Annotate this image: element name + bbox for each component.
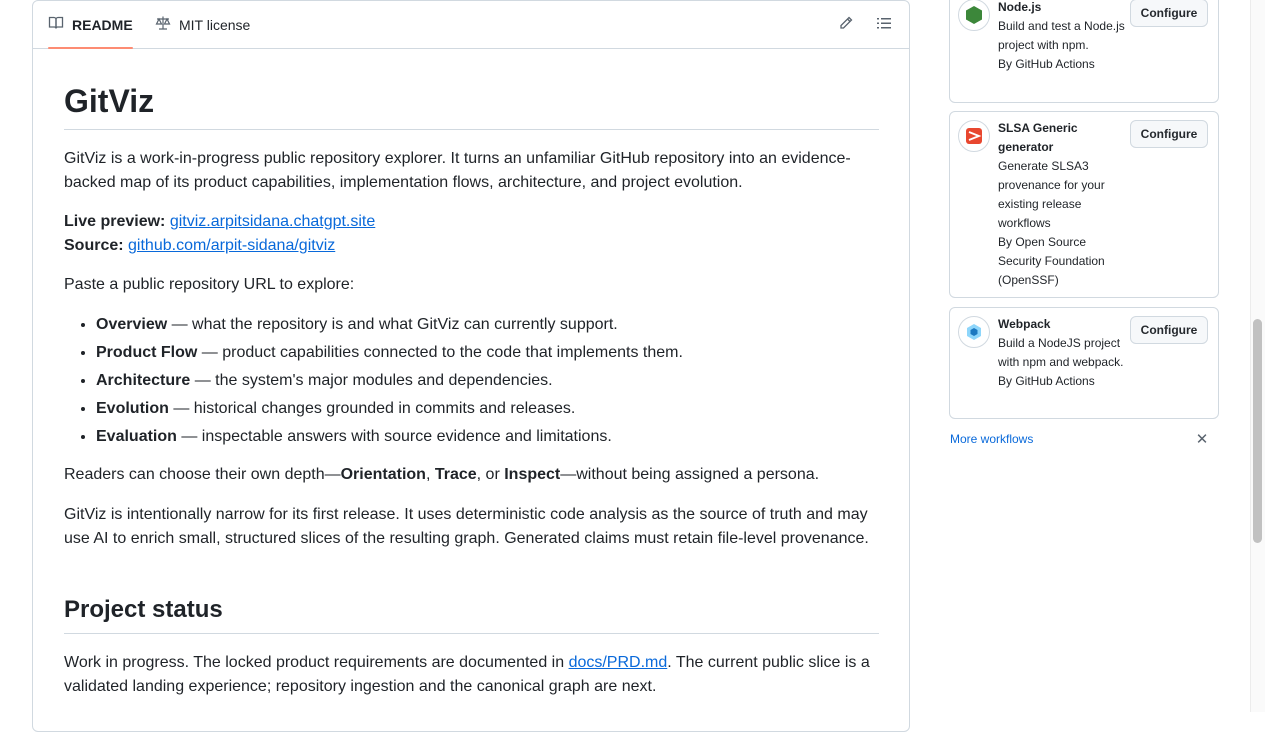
intro-paragraph: GitViz is a work-in-progress public repo… bbox=[64, 150, 851, 191]
workflow-desc: Generate SLSA3 provenance for your exist… bbox=[998, 159, 1105, 230]
book-icon bbox=[48, 15, 64, 34]
readme-title: GitViz bbox=[64, 81, 879, 130]
tab-license[interactable]: MIT license bbox=[155, 1, 250, 48]
status-text: Work in progress. The locked product req… bbox=[64, 654, 569, 671]
source-label: Source: bbox=[64, 237, 124, 254]
workflow-info: Webpack Build a NodeJS project with npm … bbox=[998, 315, 1128, 391]
workflow-card-slsa: SLSA Generic generator Generate SLSA3 pr… bbox=[949, 111, 1219, 298]
workflow-info: SLSA Generic generator Generate SLSA3 pr… bbox=[998, 119, 1128, 290]
feature-desc: — the system's major modules and depende… bbox=[190, 372, 553, 389]
depth-text: Readers can choose their own depth— bbox=[64, 466, 341, 483]
pencil-icon bbox=[838, 15, 854, 36]
project-status-heading: Project status bbox=[64, 595, 879, 634]
links-paragraph: Live preview: gitviz.arpitsidana.chatgpt… bbox=[64, 210, 879, 258]
workflow-desc: Build a NodeJS project with npm and webp… bbox=[998, 336, 1124, 369]
list-item: Product Flow — product capabilities conn… bbox=[96, 339, 879, 367]
readme-panel: README MIT license GitViz GitViz is a wo… bbox=[32, 0, 910, 732]
configure-button[interactable]: Configure bbox=[1130, 120, 1208, 148]
list-item: Overview — what the repository is and wh… bbox=[96, 311, 879, 339]
live-preview-link[interactable]: gitviz.arpitsidana.chatgpt.site bbox=[170, 213, 375, 230]
paste-paragraph: Paste a public repository URL to explore… bbox=[64, 276, 355, 293]
workflow-author: By Open Source Security Foundation (Open… bbox=[998, 235, 1105, 287]
workflow-card-webpack: Webpack Build a NodeJS project with npm … bbox=[949, 307, 1219, 419]
feature-name: Evolution bbox=[96, 400, 169, 417]
scale-icon bbox=[155, 15, 171, 34]
scrollbar-thumb[interactable] bbox=[1253, 319, 1262, 543]
feature-desc: — what the repository is and what GitViz… bbox=[167, 316, 618, 333]
depth-text: —without being assigned a persona. bbox=[560, 466, 820, 483]
depth-text: , bbox=[425, 466, 435, 483]
feature-desc: — historical changes grounded in commits… bbox=[168, 400, 576, 417]
workflow-info: Node.js Build and test a Node.js project… bbox=[998, 0, 1128, 74]
readme-tabs: README MIT license bbox=[33, 1, 909, 49]
prd-link[interactable]: docs/PRD.md bbox=[569, 654, 668, 671]
webpack-icon bbox=[958, 316, 990, 348]
feature-name: Product Flow bbox=[96, 344, 198, 361]
tab-readme-label: README bbox=[72, 16, 133, 33]
tab-license-label: MIT license bbox=[179, 16, 251, 33]
depth-inspect: Inspect bbox=[504, 466, 561, 483]
workflow-card-nodejs: Node.js Build and test a Node.js project… bbox=[949, 0, 1219, 103]
workflow-desc: Build and test a Node.js project with np… bbox=[998, 19, 1125, 52]
edit-readme-button[interactable] bbox=[834, 13, 858, 37]
nodejs-icon bbox=[958, 0, 990, 31]
more-workflows-link[interactable]: More workflows bbox=[950, 432, 1033, 446]
feature-desc: — inspectable answers with source eviden… bbox=[176, 428, 612, 445]
feature-name: Architecture bbox=[96, 372, 191, 389]
feature-list: Overview — what the repository is and wh… bbox=[64, 311, 879, 451]
depth-paragraph: Readers can choose their own depth—Orien… bbox=[64, 463, 879, 487]
list-icon bbox=[876, 15, 892, 36]
workflow-title: Webpack bbox=[998, 317, 1051, 331]
depth-text: , or bbox=[476, 466, 505, 483]
workflow-author: By GitHub Actions bbox=[998, 57, 1095, 71]
list-item: Evolution — historical changes grounded … bbox=[96, 395, 879, 423]
depth-orientation: Orientation bbox=[340, 466, 426, 483]
narrow-paragraph: GitViz is intentionally narrow for its f… bbox=[64, 506, 869, 547]
list-item: Evaluation — inspectable answers with so… bbox=[96, 423, 879, 451]
configure-button[interactable]: Configure bbox=[1130, 0, 1208, 27]
feature-name: Evaluation bbox=[96, 428, 177, 445]
slsa-icon bbox=[958, 120, 990, 152]
feature-desc: — product capabilities connected to the … bbox=[197, 344, 683, 361]
workflow-author: By GitHub Actions bbox=[998, 374, 1095, 388]
live-preview-label: Live preview: bbox=[64, 213, 166, 230]
depth-trace: Trace bbox=[434, 466, 477, 483]
status-paragraph: Work in progress. The locked product req… bbox=[64, 651, 879, 699]
tab-readme[interactable]: README bbox=[48, 1, 133, 49]
workflow-title: Node.js bbox=[998, 0, 1042, 14]
workflow-title: SLSA Generic generator bbox=[998, 121, 1078, 154]
feature-name: Overview bbox=[96, 316, 168, 333]
list-item: Architecture — the system's major module… bbox=[96, 367, 879, 395]
outline-button[interactable] bbox=[872, 13, 896, 37]
close-icon[interactable]: ✕ bbox=[1193, 431, 1211, 449]
source-link[interactable]: github.com/arpit-sidana/gitviz bbox=[128, 237, 335, 254]
configure-button[interactable]: Configure bbox=[1130, 316, 1208, 344]
